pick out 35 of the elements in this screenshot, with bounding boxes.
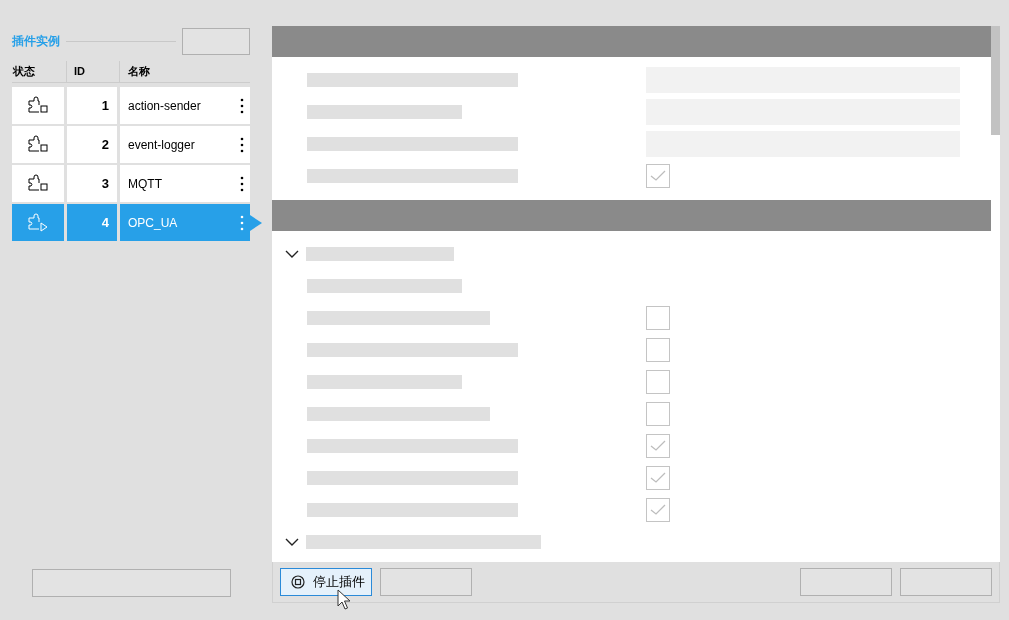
more-icon[interactable] [240, 175, 244, 192]
checkbox[interactable] [646, 306, 670, 330]
more-icon[interactable] [240, 97, 244, 114]
checkbox[interactable] [646, 466, 670, 490]
toolbar-button[interactable] [182, 27, 250, 55]
check-icon [650, 504, 666, 516]
add-button[interactable] [32, 569, 231, 597]
toolbar-button[interactable] [380, 568, 472, 596]
check-icon [650, 440, 666, 452]
checkbox[interactable] [646, 338, 670, 362]
toolbar-button[interactable] [900, 568, 992, 596]
name-cell-text: action-sender [128, 97, 202, 115]
name-cell-text: MQTT [128, 175, 163, 193]
name-cell-text: event-logger [128, 136, 196, 154]
checkbox[interactable] [646, 402, 670, 426]
id-cell[interactable]: 2 [67, 126, 117, 163]
check-icon [650, 170, 666, 182]
id-cell[interactable]: 1 [67, 87, 117, 124]
column-header: 名称 [128, 64, 150, 80]
name-cell-text: OPC_UA [128, 214, 179, 232]
cursor-icon [337, 589, 351, 611]
check-icon [650, 472, 666, 484]
more-icon[interactable] [240, 136, 244, 153]
toolbar-button[interactable] [800, 568, 892, 596]
checkbox[interactable] [646, 434, 670, 458]
column-header: ID [73, 64, 85, 80]
stop-button[interactable]: 停止插件 [280, 568, 372, 596]
scrollbar[interactable] [991, 26, 1000, 135]
checkbox[interactable] [646, 370, 670, 394]
id-cell[interactable]: 3 [67, 165, 117, 202]
checkbox[interactable] [646, 498, 670, 522]
stop-icon [291, 575, 305, 589]
panel-title: 插件实例 [12, 33, 60, 50]
column-header: 状态 [13, 64, 35, 80]
checkbox[interactable] [646, 164, 670, 188]
